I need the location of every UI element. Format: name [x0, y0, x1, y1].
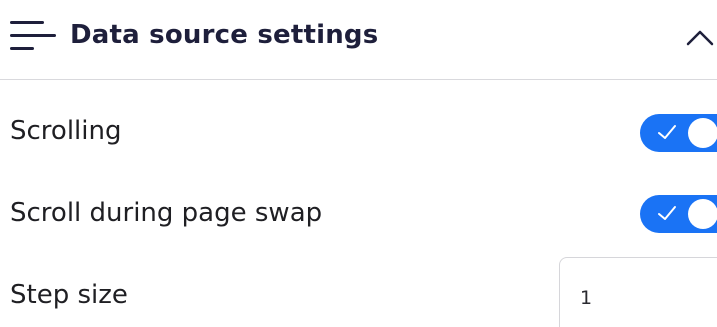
step-size-label: Step size [10, 280, 128, 310]
scroll-during-page-swap-label: Scroll during page swap [10, 198, 323, 228]
panel-title: Data source settings [70, 20, 379, 50]
step-size-input[interactable] [559, 257, 717, 327]
scrolling-label: Scrolling [10, 116, 122, 146]
check-icon [658, 125, 676, 139]
toggle-knob [688, 118, 717, 148]
check-icon [658, 206, 676, 220]
scrolling-toggle[interactable] [640, 114, 717, 152]
chevron-up-icon[interactable] [684, 22, 716, 52]
settings-panel-header[interactable]: Data source settings [0, 0, 717, 80]
toggle-knob [688, 199, 717, 229]
hamburger-menu-icon[interactable] [10, 17, 56, 57]
scroll-during-page-swap-toggle[interactable] [640, 195, 717, 233]
